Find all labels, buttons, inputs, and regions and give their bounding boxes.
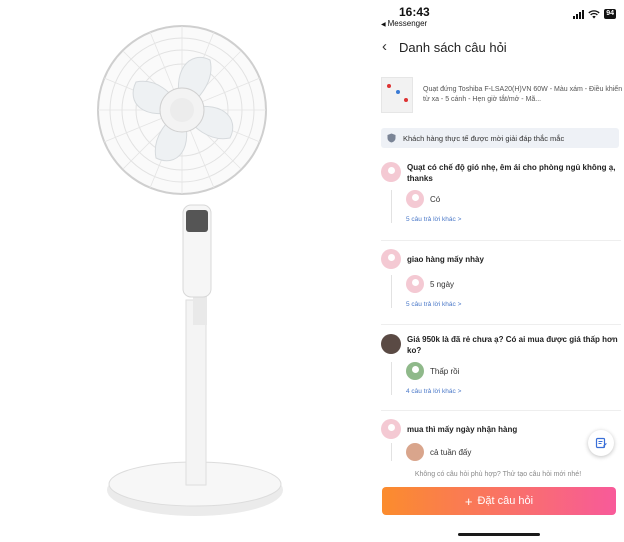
qa-item[interactable]: Quạt có chế độ gió nhẹ, êm ái cho phòng … [381,162,621,223]
question-text: giao hàng mấy nhày [407,255,484,264]
question-text: mua thì mấy ngày nhận hàng [407,425,518,434]
divider [381,240,621,241]
edit-question-button[interactable] [588,430,614,456]
avatar [381,419,401,439]
standing-fan-image [97,25,283,516]
system-icons: 94 [573,9,616,19]
status-time: 16:43 [399,5,430,19]
back-triangle-icon: ◀ [381,22,386,28]
answer-text: cả tuần đấy [430,447,472,457]
ask-question-button[interactable]: + Đặt câu hỏi [382,487,616,515]
battery-icon: 94 [604,9,616,19]
avatar [406,275,424,293]
plus-icon: + [464,493,473,509]
qa-item[interactable]: giao hàng mấy nhày 5 ngày 5 câu trả lời … [381,249,621,308]
question-text: Quạt có chế độ gió nhẹ, êm ái cho phòng … [407,163,616,183]
answer-text: 5 ngày [430,279,455,289]
product-card[interactable]: Quạt đứng Toshiba F-LSA20(H)VN 60W - Màu… [381,72,624,118]
product-name: Quạt đứng Toshiba F-LSA20(H)VN 60W - Màu… [423,86,623,103]
banner-text: Khách hàng thực tế được mời giải đáp thắ… [403,133,565,143]
answer-text: Có [430,194,441,204]
qa-item[interactable]: Giá 950k là đã rẻ chưa ạ? Có ai mua được… [381,334,621,395]
ask-question-label: Đặt câu hỏi [477,495,534,507]
wifi-icon [588,9,600,18]
edit-icon [595,437,607,449]
avatar [406,190,424,208]
avatar [381,162,401,182]
more-answers-link[interactable]: 4 câu trả lời khác > [406,388,621,395]
avatar [381,334,401,354]
more-answers-link[interactable]: 5 câu trả lời khác > [406,216,621,223]
footer-hint: Không có câu hỏi phù hợp? Thử tạo câu hỏ… [414,471,582,478]
avatar [406,362,424,380]
answer-text: Thấp rồi [430,366,460,376]
back-app-label: Messenger [387,19,428,28]
shield-icon [387,133,396,143]
home-indicator [458,533,540,536]
product-photo [0,0,372,542]
info-banner: Khách hàng thực tế được mời giải đáp thắ… [381,128,619,148]
divider [381,410,621,411]
avatar [381,249,401,269]
more-answers-link[interactable]: 5 câu trả lời khác > [406,301,621,308]
divider [381,324,621,325]
page-title: Danh sách câu hỏi [399,40,507,55]
chevron-left-icon[interactable]: ‹ [382,38,387,55]
product-thumbnail [381,77,413,113]
back-to-messenger[interactable]: ◀ Messenger [381,19,427,28]
status-bar: 16:43 ◀ Messenger 94 [372,0,624,30]
question-text: Giá 950k là đã rẻ chưa ạ? Có ai mua được… [407,335,618,355]
qa-item[interactable]: mua thì mấy ngày nhận hàng cả tuần đấy [381,419,621,461]
nav-bar: ‹ Danh sách câu hỏi [372,34,624,62]
signal-icon [573,9,585,19]
avatar [406,443,424,461]
phone-screen: 16:43 ◀ Messenger 94 ‹ Danh sách câu hỏi … [372,0,624,542]
